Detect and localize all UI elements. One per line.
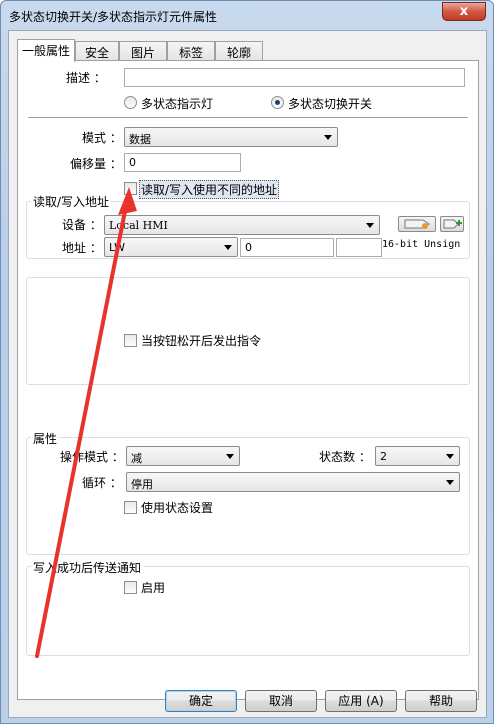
dialog-window: 多状态切换开关/多状态指示灯元件属性 x 一般属性 安全 图片 标签 轮廓 描述… bbox=[0, 0, 494, 724]
annotation-arrow-icon bbox=[35, 187, 137, 658]
tab-general[interactable]: 一般属性 bbox=[17, 39, 75, 62]
